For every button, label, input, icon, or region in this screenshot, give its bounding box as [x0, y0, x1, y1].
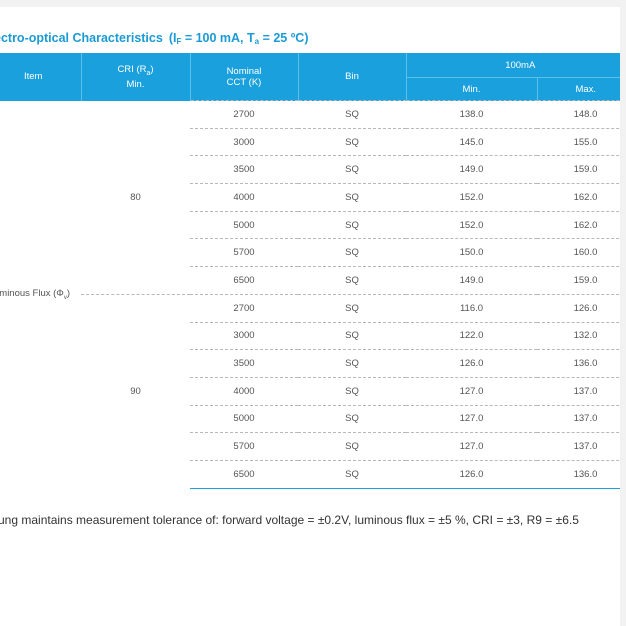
- electro-optical-table: Item CRI (Ra) Min. Nominal CCT (K) Bin 100…: [0, 53, 620, 489]
- bin-value: SQ: [298, 266, 406, 295]
- bin-value: SQ: [298, 460, 406, 489]
- cct-value: 3000: [190, 128, 298, 157]
- flux-min-value: 127.0: [406, 432, 537, 461]
- flux-max-value: 137.0: [537, 377, 620, 406]
- cct-value: 6500: [190, 460, 298, 489]
- test-conditions: (IF = 100 mA, Ta = 25 ºC): [168, 31, 309, 46]
- cri-value: 80: [81, 100, 190, 295]
- flux-min-value: 149.0: [406, 266, 537, 295]
- flux-max-value: 137.0: [537, 405, 620, 434]
- bin-value: SQ: [298, 238, 406, 268]
- flux-max-value: 136.0: [537, 460, 620, 489]
- flux-min-value: 127.0: [406, 377, 537, 406]
- cct-value: 2700: [190, 294, 298, 323]
- header-max: Max.: [537, 77, 620, 101]
- header-min: Min.: [406, 77, 538, 101]
- bin-value: SQ: [298, 405, 406, 434]
- cct-value: 5000: [190, 405, 298, 434]
- header-bin: Bin: [298, 53, 407, 101]
- item-label: uminous Flux (Φv): [0, 287, 71, 301]
- datasheet-page: ectro-optical Characteristics (IF = 100 m…: [0, 7, 620, 626]
- flux-min-value: 150.0: [406, 238, 537, 268]
- flux-max-value: 136.0: [537, 349, 620, 378]
- header-current-group: 100mA: [406, 53, 620, 78]
- flux-max-value: 132.0: [537, 322, 620, 351]
- header-item: Item: [0, 53, 82, 101]
- flux-min-value: 145.0: [406, 128, 537, 157]
- bin-value: SQ: [298, 183, 406, 212]
- section-title: ectro-optical Characteristics (IF = 100 m…: [0, 31, 309, 46]
- header-cri: CRI (Ra) Min.: [81, 53, 191, 101]
- flux-max-value: 126.0: [537, 294, 620, 323]
- cri-value: 90: [130, 385, 141, 397]
- cct-value: 4000: [190, 183, 298, 212]
- bin-value: SQ: [298, 349, 406, 378]
- cct-value: 2700: [190, 100, 298, 129]
- flux-min-value: 126.0: [406, 349, 537, 378]
- tolerance-note: ung maintains measurement tolerance of: …: [0, 513, 579, 527]
- flux-max-value: 137.0: [537, 432, 620, 461]
- bin-value: SQ: [298, 128, 406, 157]
- cct-value: 3500: [190, 349, 298, 378]
- flux-max-value: 148.0: [537, 100, 620, 129]
- bin-value: SQ: [298, 155, 406, 185]
- flux-min-value: 122.0: [406, 322, 537, 351]
- flux-min-value: 138.0: [406, 100, 537, 129]
- flux-max-value: 159.0: [537, 155, 620, 185]
- bin-value: SQ: [298, 211, 406, 240]
- cct-value: 3000: [190, 322, 298, 351]
- flux-max-value: 160.0: [537, 238, 620, 268]
- bin-value: SQ: [298, 100, 406, 129]
- section-title-text: ectro-optical Characteristics: [0, 31, 163, 45]
- flux-min-value: 126.0: [406, 460, 537, 489]
- flux-min-value: 152.0: [406, 211, 537, 240]
- cct-value: 6500: [190, 266, 298, 295]
- flux-max-value: 162.0: [537, 211, 620, 240]
- table-body: uminous Flux (Φv) 80 2700 SQ 138.0 148.0 3000 S…: [0, 100, 620, 489]
- table-row: 90 2700 SQ 116.0 126.0: [0, 294, 620, 397]
- flux-min-value: 116.0: [406, 294, 537, 323]
- bin-value: SQ: [298, 294, 406, 323]
- cct-value: 5700: [190, 238, 298, 268]
- cct-value: 3500: [190, 155, 298, 185]
- cct-value: 5700: [190, 432, 298, 461]
- cct-value: 5000: [190, 211, 298, 240]
- flux-min-value: 127.0: [406, 405, 537, 434]
- flux-max-value: 155.0: [537, 128, 620, 157]
- header-cct: Nominal CCT (K): [190, 53, 299, 101]
- bin-value: SQ: [298, 377, 406, 406]
- cct-value: 4000: [190, 377, 298, 406]
- flux-max-value: 159.0: [537, 266, 620, 295]
- flux-max-value: 162.0: [537, 183, 620, 212]
- flux-min-value: 152.0: [406, 183, 537, 212]
- bin-value: SQ: [298, 322, 406, 351]
- flux-min-value: 149.0: [406, 155, 537, 185]
- table-row: uminous Flux (Φv) 80 2700 SQ 138.0 148.0: [0, 100, 620, 301]
- bin-value: SQ: [298, 432, 406, 461]
